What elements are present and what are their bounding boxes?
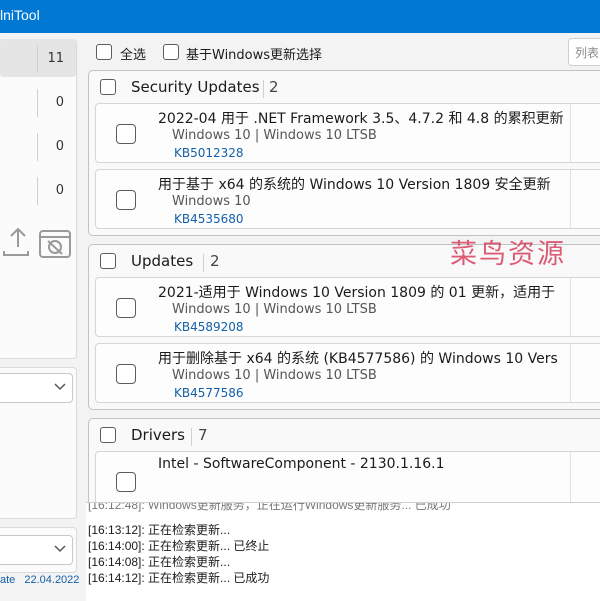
- log-line: [16:12:48]: Windows更新服务，正在运行Windows更新服务.…: [88, 502, 451, 512]
- update-checkbox[interactable]: [116, 124, 136, 144]
- log-line: [16:14:08]: 正在检索更新...: [88, 555, 231, 569]
- select-all-label: 全选: [120, 48, 147, 63]
- group-checkbox[interactable]: [100, 253, 116, 269]
- update-checkbox[interactable]: [116, 190, 136, 210]
- update-products: Windows 10: [172, 194, 251, 209]
- update-products: Windows 10 | Windows 10 LTSB: [172, 302, 377, 317]
- watermark-text: 菜鸟资源: [450, 239, 566, 270]
- category-row[interactable]: 0: [0, 83, 76, 121]
- select-by-windows-label: 基于Windows更新选择: [186, 48, 323, 63]
- select-by-windows-checkbox[interactable]: [163, 44, 179, 60]
- update-item[interactable]: 用于删除基于 x64 的系统 (KB4577586) 的 Windows 10 …: [95, 343, 600, 403]
- footer-label: ate: [0, 574, 16, 586]
- category-count: 0: [55, 183, 64, 198]
- update-checkbox[interactable]: [116, 364, 136, 384]
- update-item[interactable]: 2021-适用于 Windows 10 Version 1809 的 01 更新…: [95, 277, 600, 337]
- update-title: Intel - SoftwareComponent - 2130.1.16.1: [158, 456, 445, 472]
- category-count: 0: [55, 95, 64, 110]
- hide-icon[interactable]: [38, 229, 72, 263]
- update-products: Windows 10 | Windows 10 LTSB: [172, 128, 377, 143]
- filter-combo[interactable]: [0, 373, 73, 403]
- left-panel: 11 0 0 0 ate 22.04.2022: [0, 33, 82, 600]
- update-title: 2021-适用于 Windows 10 Version 1809 的 01 更新…: [158, 285, 556, 301]
- update-checkbox[interactable]: [116, 472, 136, 492]
- group-name: Security Updates: [131, 78, 260, 96]
- upload-icon[interactable]: [0, 225, 30, 261]
- update-kb-link[interactable]: KB4589208: [174, 320, 244, 334]
- group-name: Drivers: [131, 426, 185, 444]
- search-input[interactable]: 列表: [568, 38, 600, 66]
- update-item[interactable]: 用于基于 x64 的系统的 Windows 10 Version 1809 安全…: [95, 169, 600, 229]
- update-kb-link[interactable]: KB4535680: [174, 212, 244, 226]
- group-checkbox[interactable]: [100, 79, 116, 95]
- group-count: 7: [198, 426, 208, 444]
- update-list: Security Updates 2 2022-04 用于 .NET Frame…: [82, 66, 600, 502]
- category-row[interactable]: 0: [0, 127, 76, 165]
- title-bar: lniTool: [0, 0, 600, 33]
- category-row-all[interactable]: 11: [0, 39, 76, 77]
- group-security-updates: Security Updates 2 2022-04 用于 .NET Frame…: [88, 70, 600, 236]
- group-header[interactable]: Security Updates 2: [89, 71, 600, 103]
- update-item[interactable]: 2022-04 用于 .NET Framework 3.5、4.7.2 和 4.…: [95, 103, 600, 163]
- group-header[interactable]: Drivers 7: [89, 419, 600, 451]
- update-title: 用于基于 x64 的系统的 Windows 10 Version 1809 安全…: [158, 177, 551, 193]
- log-panel[interactable]: [16:12:48]: Windows更新服务，正在运行Windows更新服务.…: [86, 502, 600, 601]
- chevron-down-icon: [54, 383, 66, 391]
- window-title: lniTool: [0, 7, 40, 23]
- log-line: [16:14:00]: 正在检索更新... 已终止: [88, 539, 270, 553]
- group-name: Updates: [131, 252, 194, 270]
- chevron-down-icon: [54, 545, 66, 553]
- log-line: [16:14:12]: 正在检索更新... 已成功: [88, 571, 270, 585]
- update-title: 用于删除基于 x64 的系统 (KB4577586) 的 Windows 10 …: [158, 351, 558, 367]
- group-checkbox[interactable]: [100, 427, 116, 443]
- update-title: 2022-04 用于 .NET Framework 3.5、4.7.2 和 4.…: [158, 111, 564, 127]
- update-kb-link[interactable]: KB4577586: [174, 386, 244, 400]
- search-placeholder: 列表: [575, 46, 600, 60]
- select-all-checkbox[interactable]: [96, 44, 112, 60]
- category-count: 11: [47, 51, 64, 66]
- group-count: 2: [210, 252, 220, 270]
- update-kb-link[interactable]: KB5012328: [174, 146, 244, 160]
- footer-date: 22.04.2022: [24, 574, 80, 586]
- category-row[interactable]: 0: [0, 171, 76, 209]
- category-count: 0: [55, 139, 64, 154]
- update-products: Windows 10 | Windows 10 LTSB: [172, 368, 377, 383]
- log-line: [16:13:12]: 正在检索更新...: [88, 523, 231, 537]
- footer: ate 22.04.2022: [0, 574, 79, 586]
- group-count: 2: [269, 78, 279, 96]
- option-combo[interactable]: [0, 535, 73, 565]
- update-item[interactable]: Intel - SoftwareComponent - 2130.1.16.1: [95, 451, 600, 502]
- update-checkbox[interactable]: [116, 298, 136, 318]
- group-drivers: Drivers 7 Intel - SoftwareComponent - 21…: [88, 418, 600, 502]
